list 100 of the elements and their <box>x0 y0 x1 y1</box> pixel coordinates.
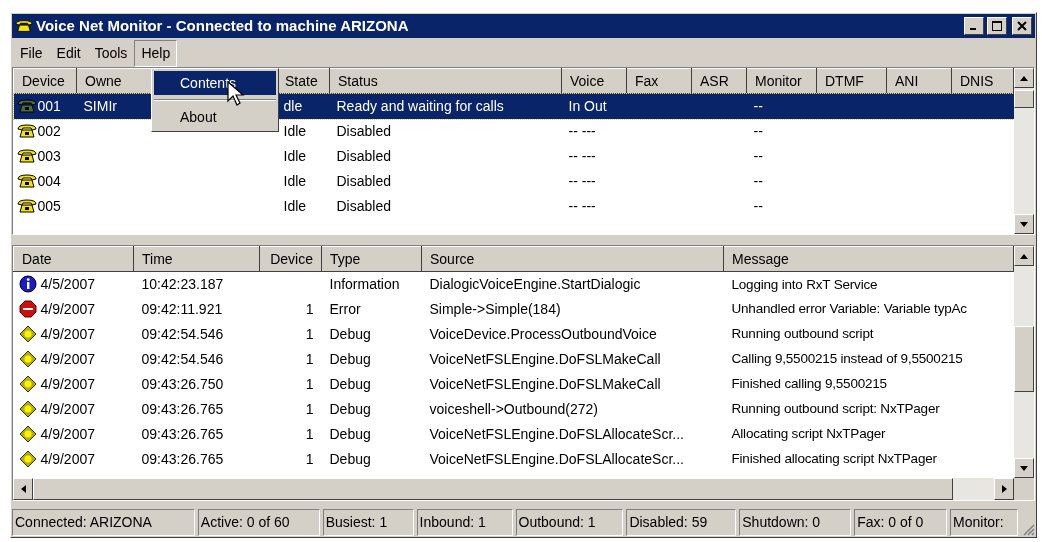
column-header[interactable]: Message <box>723 246 1014 272</box>
menu-item[interactable]: Edit <box>49 39 88 67</box>
table-cell-text: dle <box>282 97 303 114</box>
device-row[interactable]: 005 Idle Disabled -- --- -- <box>13 193 1014 219</box>
table-cell-text: Ready and waiting for calls <box>335 97 504 114</box>
table-cell-text: 001 <box>37 96 61 116</box>
column-header[interactable]: Monitor <box>746 68 817 94</box>
vertical-scrollbar[interactable] <box>1014 68 1034 234</box>
table-cell-text: 4/9/2007 <box>40 324 95 344</box>
table-cell-text: Disabled <box>335 122 391 139</box>
table-cell: Logging into RxT Service <box>731 276 878 292</box>
scroll-down-button[interactable] <box>1014 458 1034 478</box>
status-panel: Connected: ARIZONA <box>12 509 195 536</box>
table-cell: Information <box>329 275 400 292</box>
telephone-icon <box>16 174 37 188</box>
maximize-button[interactable] <box>987 17 1007 35</box>
column-header[interactable]: Type <box>321 246 422 272</box>
column-header[interactable]: DNIS <box>951 68 1014 94</box>
minimize-button[interactable] <box>964 17 984 35</box>
menu-item[interactable]: File <box>13 39 50 67</box>
table-cell: Finished allocating script NxTPager <box>731 451 937 467</box>
scroll-thumb[interactable] <box>1014 326 1034 392</box>
maximize-icon <box>992 21 1002 31</box>
column-header[interactable]: Fax <box>626 68 692 94</box>
diamond-icon <box>18 400 37 418</box>
column-header[interactable]: Device <box>13 68 77 94</box>
table-cell: 09:42:54.546 <box>141 350 224 367</box>
telephone-icon <box>16 149 37 163</box>
table-cell: Debug <box>329 325 371 342</box>
table-cell: 09:42:11.921 <box>141 300 223 317</box>
table-cell-text: -- --- <box>567 172 596 189</box>
column-header[interactable]: State <box>276 68 330 94</box>
menu-item[interactable]: Help <box>134 39 178 67</box>
scroll-left-button[interactable] <box>13 478 33 500</box>
device-row[interactable]: 003 Idle Disabled -- --- -- <box>13 143 1014 169</box>
scroll-right-button[interactable] <box>994 478 1014 500</box>
diamond-icon <box>18 375 37 393</box>
table-cell: Running outbound script: NxTPager <box>731 401 940 417</box>
table-cell: DialogicVoiceEngine.StartDialogic <box>429 275 641 292</box>
down-arrow-icon <box>1020 221 1028 227</box>
table-cell: 09:43:26.765 <box>141 425 224 442</box>
up-arrow-icon <box>1020 253 1028 259</box>
table-cell: Simple->Simple(184) <box>429 300 561 317</box>
table-cell: 1 <box>305 350 314 367</box>
menu-option[interactable]: Contents <box>154 71 276 95</box>
table-cell-text: Disabled <box>335 197 391 214</box>
column-header[interactable]: Date <box>13 246 134 272</box>
table-cell-text: -- --- <box>567 122 596 139</box>
table-cell: Debug <box>329 350 371 367</box>
column-header[interactable]: Time <box>133 246 260 272</box>
table-cell-text: Idle <box>282 172 307 189</box>
column-header[interactable]: Device <box>259 246 322 272</box>
table-cell: Unhandled error Variable: Variable typAc <box>731 301 967 317</box>
column-header[interactable]: DTMF <box>816 68 887 94</box>
table-cell-text: 4/9/2007 <box>40 449 95 469</box>
scrollbar-corner <box>1014 478 1034 500</box>
table-cell: VoiceNetFSLEngine.DoFSLAllocateScr... <box>429 450 684 467</box>
column-header[interactable]: Source <box>421 246 724 272</box>
table-cell-text: In Out <box>567 97 607 114</box>
table-cell-text: -- <box>752 147 763 164</box>
left-arrow-icon <box>20 485 26 493</box>
table-cell: 09:43:26.765 <box>141 400 224 417</box>
table-cell: 1 <box>305 325 314 342</box>
table-cell-text: SIMIr <box>82 97 117 114</box>
column-header[interactable]: ASR <box>691 68 747 94</box>
scroll-up-button[interactable] <box>1014 246 1034 266</box>
table-cell-text: -- --- <box>567 197 596 214</box>
table-cell: Debug <box>329 425 371 442</box>
scroll-down-button[interactable] <box>1014 214 1034 234</box>
diamond-icon <box>18 425 37 443</box>
column-header[interactable]: Voice <box>561 68 627 94</box>
table-cell-text: -- <box>752 122 763 139</box>
table-cell-text: 4/9/2007 <box>40 299 95 319</box>
table-cell: 09:42:54.546 <box>141 325 224 342</box>
table-cell: VoiceDevice.ProcessOutboundVoice <box>429 325 657 342</box>
diamond-icon <box>18 450 37 468</box>
menu-item[interactable]: Tools <box>87 39 135 67</box>
table-cell: Finished calling 9,5500215 <box>731 376 887 392</box>
telephone-icon <box>16 124 37 138</box>
up-arrow-icon <box>1020 75 1028 81</box>
table-cell: voiceshell->Outbound(272) <box>429 400 598 417</box>
table-cell-text: Idle <box>282 122 307 139</box>
column-header[interactable]: ANI <box>886 68 952 94</box>
scroll-thumb[interactable] <box>1014 90 1034 108</box>
diamond-icon <box>18 325 37 343</box>
table-cell: Debug <box>329 400 371 417</box>
table-cell: VoiceNetFSLEngine.DoFSLAllocateScr... <box>429 425 684 442</box>
table-cell: Allocating script NxTPager <box>731 426 886 442</box>
scroll-up-button[interactable] <box>1014 68 1034 88</box>
vertical-scrollbar[interactable] <box>1014 246 1034 478</box>
table-cell: VoiceNetFSLEngine.DoFSLMakeCall <box>429 375 661 392</box>
table-cell: 1 <box>305 300 314 317</box>
table-cell: 1 <box>305 425 314 442</box>
close-button[interactable] <box>1012 17 1032 35</box>
down-arrow-icon <box>1020 465 1028 471</box>
diamond-icon <box>18 350 37 368</box>
column-header[interactable]: Status <box>329 68 562 94</box>
status-panel: Busiest: 1 <box>322 509 414 536</box>
device-row[interactable]: 004 Idle Disabled -- --- -- <box>13 168 1014 194</box>
table-cell-text: 4/9/2007 <box>40 424 95 444</box>
